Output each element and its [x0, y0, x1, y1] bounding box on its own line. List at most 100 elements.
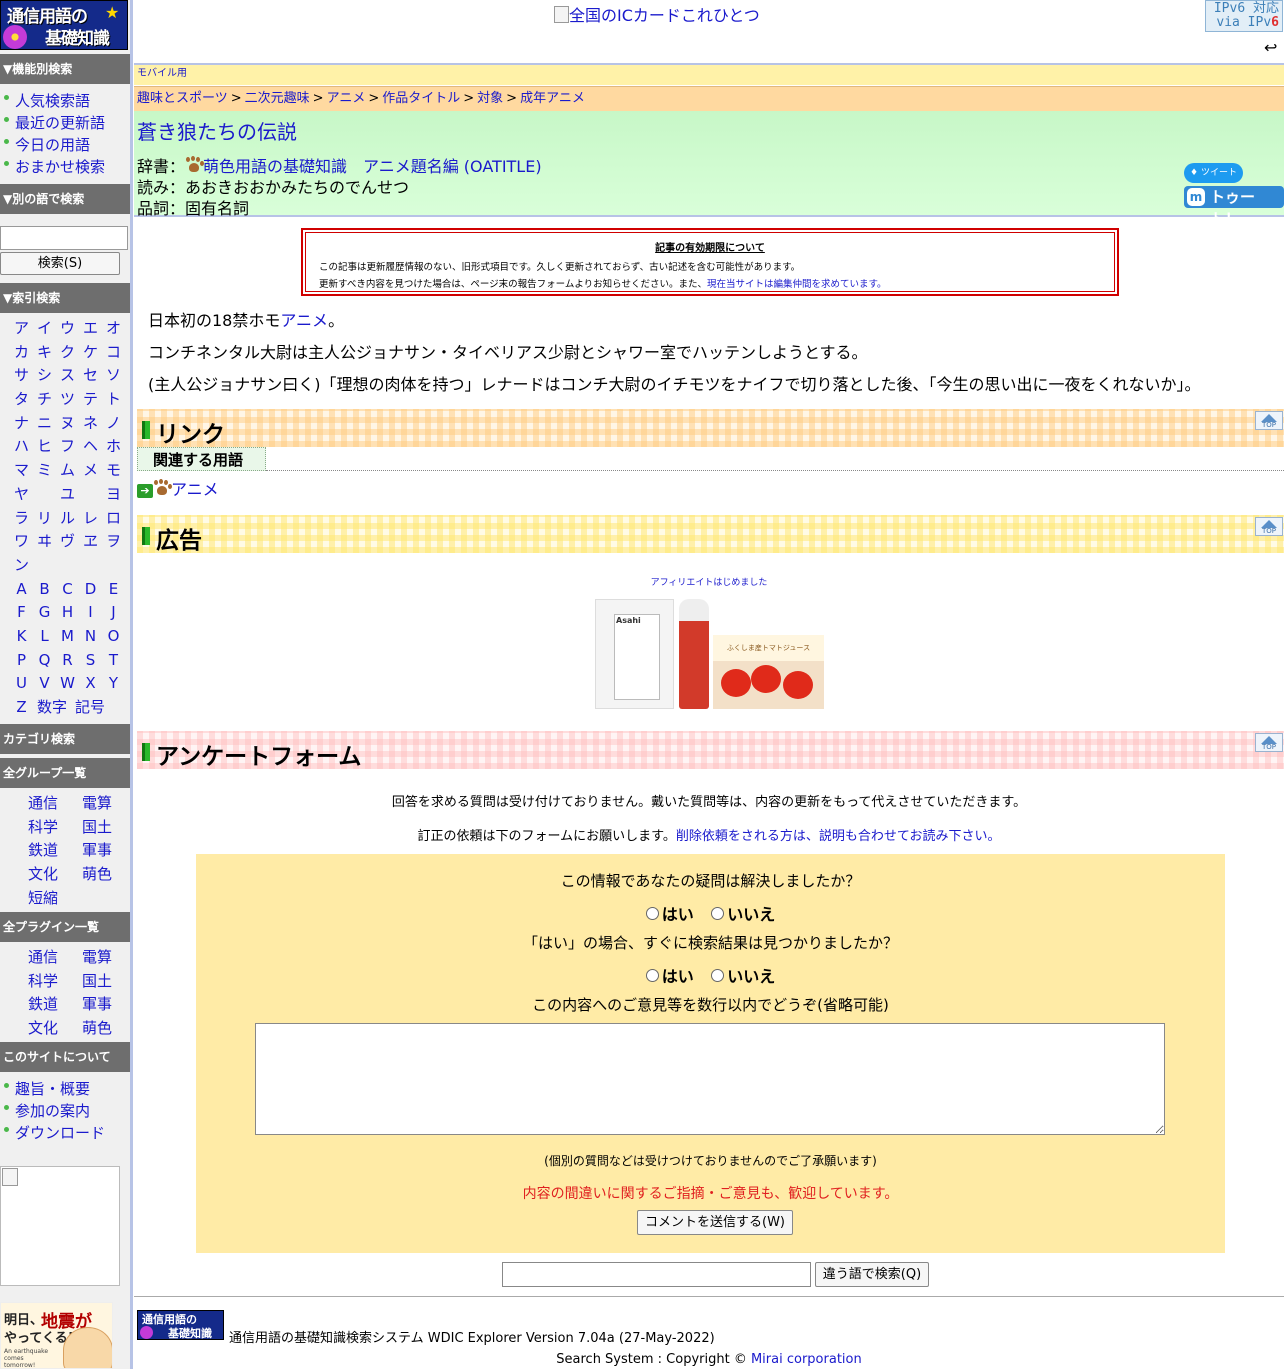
index-letter[interactable]: セ [79, 364, 102, 388]
index-letter[interactable]: T [102, 649, 125, 673]
group-link[interactable]: 萌色 [70, 863, 124, 887]
group-link[interactable]: 通信 [16, 792, 70, 816]
index-letter[interactable]: ヤ [10, 483, 33, 507]
index-letter[interactable]: Z [10, 696, 33, 720]
sidebar-search-input[interactable] [0, 226, 128, 250]
index-letter[interactable]: モ [102, 459, 125, 483]
top-button[interactable]: TOP [1255, 733, 1283, 752]
affiliate-text[interactable]: アフィリエイトはじめました [0, 575, 1284, 588]
index-letter[interactable]: キ [33, 341, 56, 365]
ic-card-banner[interactable]: 全国のICカードこれひとつ [554, 2, 760, 26]
index-letter[interactable]: チ [33, 388, 56, 412]
index-letter[interactable]: 記号 [71, 696, 109, 720]
index-letter[interactable]: ム [56, 459, 79, 483]
back-arrow-icon[interactable]: ↩ [1264, 38, 1277, 57]
index-letter[interactable]: コ [102, 341, 125, 365]
index-letter[interactable]: ヌ [56, 412, 79, 436]
index-letter[interactable]: イ [33, 317, 56, 341]
index-letter[interactable]: ヰ [33, 530, 56, 554]
plugin-link[interactable]: 鉄道 [16, 993, 70, 1017]
index-letter[interactable]: H [56, 601, 79, 625]
index-letter[interactable]: ナ [10, 412, 33, 436]
index-letter[interactable]: F [10, 601, 33, 625]
breadcrumb-item[interactable]: 作品タイトル [382, 91, 460, 106]
bottom-search-button[interactable]: 違う語で検索(Q) [815, 1262, 929, 1287]
earthquake-banner[interactable]: 明日、 地震が やってくる! An earthquake comes tomor… [0, 1302, 113, 1369]
index-letter[interactable]: カ [10, 341, 33, 365]
index-letter[interactable]: K [10, 625, 33, 649]
index-letter[interactable]: サ [10, 364, 33, 388]
group-link[interactable]: 国土 [70, 816, 124, 840]
sidebar-item-popular[interactable]: 人気検索語 [4, 90, 105, 112]
plugin-link[interactable]: 文化 [16, 1017, 70, 1041]
index-letter[interactable]: ア [10, 317, 33, 341]
radio-yes-1[interactable] [645, 907, 659, 920]
index-letter[interactable]: G [33, 601, 56, 625]
group-link[interactable]: 軍事 [70, 839, 124, 863]
index-letter[interactable]: レ [79, 507, 102, 531]
related-term-item[interactable]: ➔ アニメ [137, 476, 219, 500]
index-letter[interactable]: テ [79, 388, 102, 412]
ad-product-supplement[interactable]: Asahi [595, 599, 674, 709]
toot-button[interactable]: m トゥート！ [1184, 186, 1284, 228]
sidebar-search-button[interactable]: 検索(S) [0, 252, 120, 275]
index-letter[interactable]: L [33, 625, 56, 649]
index-letter[interactable]: メ [79, 459, 102, 483]
index-letter[interactable]: W [56, 672, 79, 696]
index-letter[interactable]: ラ [10, 507, 33, 531]
index-letter[interactable]: ヴ [56, 530, 79, 554]
top-button[interactable]: TOP [1255, 411, 1283, 430]
sidebar-item-join[interactable]: 参加の案内 [4, 1100, 105, 1122]
group-link[interactable]: 鉄道 [16, 839, 70, 863]
category-search-heading[interactable]: カテゴリ検索 [0, 724, 130, 754]
index-letter[interactable]: R [56, 649, 79, 673]
index-letter[interactable]: N [79, 625, 102, 649]
index-letter[interactable]: ヱ [79, 530, 102, 554]
mobile-link[interactable]: モバイル用 [137, 68, 187, 79]
index-letter[interactable]: ニ [33, 412, 56, 436]
index-letter[interactable]: 数字 [33, 696, 71, 720]
sidebar-ad-image[interactable] [0, 1166, 120, 1286]
index-letter[interactable]: O [102, 625, 125, 649]
index-letter[interactable]: ケ [79, 341, 102, 365]
index-letter[interactable]: X [79, 672, 102, 696]
group-link[interactable]: 科学 [16, 816, 70, 840]
group-link[interactable]: 文化 [16, 863, 70, 887]
index-letter[interactable]: フ [56, 435, 79, 459]
recruit-link[interactable]: 現在当サイトは編集仲間を求めています。 [707, 279, 887, 290]
radio-no-1[interactable] [711, 907, 725, 920]
index-letter[interactable]: U [10, 672, 33, 696]
sidebar-item-overview[interactable]: 趣旨・概要 [4, 1078, 105, 1100]
index-letter[interactable]: M [56, 625, 79, 649]
site-logo[interactable]: 通信用語の 基礎知識 ★ [0, 0, 128, 50]
index-letter[interactable]: タ [10, 388, 33, 412]
plugin-link[interactable]: 萌色 [70, 1017, 124, 1041]
index-letter[interactable]: V [33, 672, 56, 696]
breadcrumb-item[interactable]: 二次元趣味 [245, 91, 310, 106]
index-letter[interactable]: ミ [33, 459, 56, 483]
related-term-link[interactable]: アニメ [171, 480, 219, 499]
breadcrumb-item[interactable]: 趣味とスポーツ [137, 91, 228, 106]
index-letter[interactable]: ソ [102, 364, 125, 388]
plugin-link[interactable]: 国土 [70, 970, 124, 994]
mirai-link[interactable]: Mirai corporation [751, 1352, 862, 1367]
index-letter[interactable]: P [10, 649, 33, 673]
sidebar-item-recent[interactable]: 最近の更新語 [4, 112, 105, 134]
breadcrumb-item[interactable]: アニメ [327, 91, 366, 106]
index-letter[interactable]: ハ [10, 435, 33, 459]
index-letter[interactable]: ヘ [79, 435, 102, 459]
index-letter[interactable]: ロ [102, 507, 125, 531]
group-list-heading[interactable]: 全グループ一覧 [0, 758, 130, 788]
plugin-link[interactable]: 軍事 [70, 993, 124, 1017]
index-letter[interactable]: マ [10, 459, 33, 483]
plugin-link[interactable]: 通信 [16, 946, 70, 970]
sidebar-item-random[interactable]: おまかせ検索 [4, 156, 105, 178]
index-letter[interactable]: ユ [56, 483, 79, 507]
index-letter[interactable]: オ [102, 317, 125, 341]
bottom-search-input[interactable] [502, 1262, 811, 1287]
index-letter[interactable]: ツ [56, 388, 79, 412]
ad-product-images[interactable]: Asahi ふくしま産トマトジュース [595, 599, 824, 709]
top-button[interactable]: TOP [1255, 517, 1283, 536]
index-letter[interactable]: ス [56, 364, 79, 388]
index-letter[interactable]: ン [10, 554, 33, 578]
